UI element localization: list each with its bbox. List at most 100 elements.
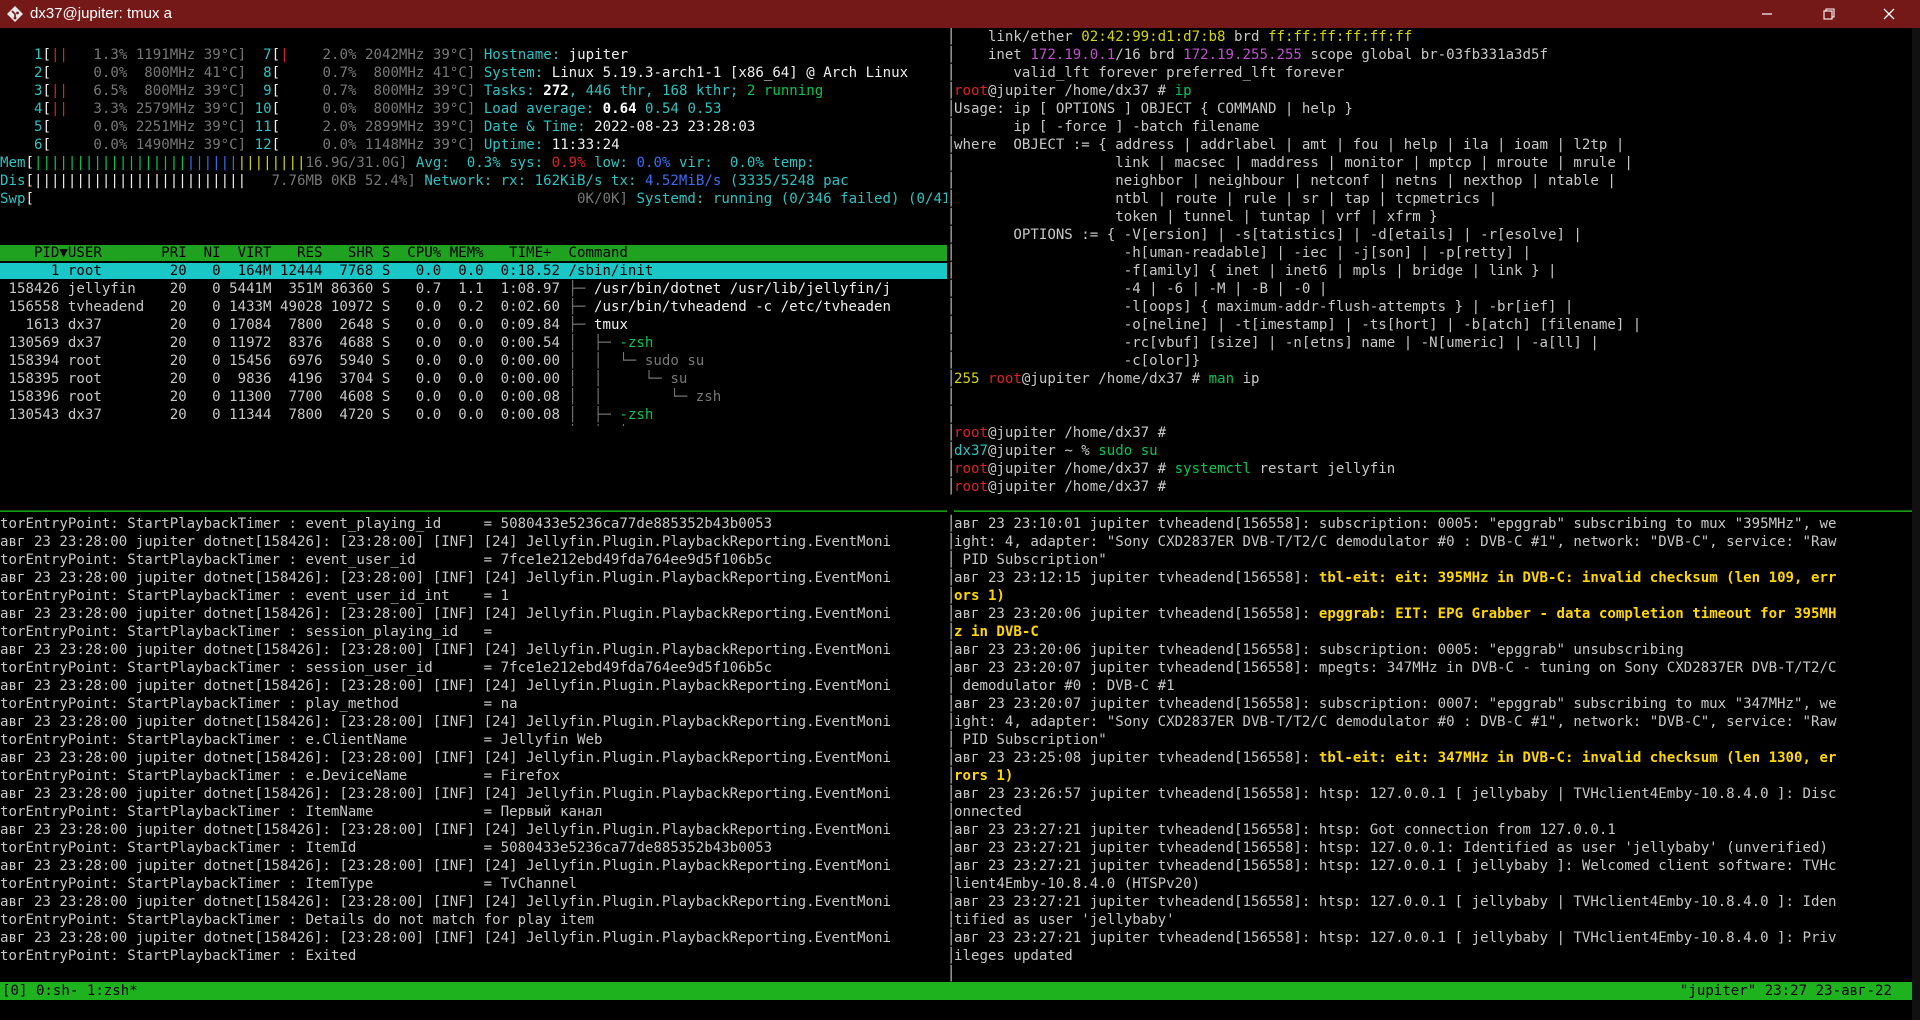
restore-button[interactable]: [1806, 0, 1852, 28]
process-row[interactable]: 1613 dx37 20 0 17084 7800 2648 S 0.0 0.0…: [0, 316, 947, 334]
terminal-window[interactable]: 1[|| 1.3% 1191MHz 39°C] 7[| 2.0% 2042MHz…: [0, 28, 1920, 1020]
cpu-temperature: 39°C]: [424, 119, 476, 135]
cpu-bar-bracket: [: [271, 65, 281, 81]
journal-line: авг 23 23:28:00 jupiter dotnet[158426]: …: [0, 605, 947, 623]
avg-vir-label: vir:: [670, 155, 713, 171]
shell-text: @jupiter ~ %: [987, 443, 1099, 459]
jellyfin-journal-pane[interactable]: torEntryPoint: StartPlaybackTimer : even…: [0, 515, 947, 981]
shell-text: 02:42:99:d1:d7:b8: [1081, 29, 1226, 45]
journal-text: epggrab: EIT: EPG Grabber - data complet…: [1318, 606, 1837, 622]
hostname-value: jupiter: [560, 47, 629, 63]
journal-text: авг 23 23:28:00 jupiter dotnet[158426]: …: [0, 534, 891, 550]
cpu-temperature: 39°C]: [424, 101, 476, 117]
shell-text: systemctl: [1174, 461, 1252, 477]
shell-text: -l[oops] { maximum-addr-flush-attempts }…: [954, 299, 1574, 315]
shell-text: man: [1208, 371, 1235, 387]
window-titlebar: dx37@jupiter: tmux a: [0, 0, 1920, 28]
tvheadend-journal-pane[interactable]: авг 23 23:10:01 jupiter tvheadend[156558…: [954, 515, 1912, 981]
cpu-bar-bracket: [: [42, 65, 51, 81]
process-row[interactable]: 156558 tvheadend 20 0 1433M 49028 10972 …: [0, 298, 947, 316]
cpu-temperature: 39°C]: [195, 119, 247, 135]
journal-line: авг 23 23:28:00 jupiter dotnet[158426]: …: [0, 533, 947, 551]
shell-text: token | tunnel | tuntap | vrf | xfrm }: [954, 209, 1438, 225]
journal-text: ight: 4, adapter: "Sony CXD2837ER DVB-T/…: [954, 714, 1837, 730]
journal-text: авг 23 23:28:00 jupiter dotnet[158426]: …: [0, 570, 891, 586]
pane-divider-vertical-lower[interactable]: │ │ │ │ │ │ │ │ │ │ │ │ │ │ │ │ │ │ │ │ …: [947, 515, 956, 982]
load-5: 0.54: [636, 101, 679, 117]
journal-text: torEntryPoint: StartPlaybackTimer : e.De…: [0, 768, 561, 784]
journal-text: z in DVB-C: [954, 624, 1039, 640]
shell-output-line: -4 | -6 | -M | -B | -0 |: [954, 280, 1912, 298]
journal-line: авг 23 23:27:21 jupiter tvheadend[156558…: [954, 857, 1912, 875]
date-value: 2022-08-23 23:28:03: [585, 119, 756, 135]
journal-text: авг 23 23:28:00 jupiter dotnet[158426]: …: [0, 822, 891, 838]
system-label: System:: [483, 65, 544, 81]
mem-label: Mem: [0, 155, 26, 171]
cpu-bar: [280, 83, 305, 99]
journal-line: ileges updated: [954, 947, 1912, 965]
minimize-button[interactable]: [1744, 0, 1790, 28]
avg-sys: 0.9%: [543, 155, 586, 171]
shell-text: root: [954, 461, 988, 477]
journal-line: авг 23 23:27:21 jupiter tvheadend[156558…: [954, 821, 1912, 839]
process-row[interactable]: 130543 dx37 20 0 11344 7800 4720 S 0.0 0…: [0, 406, 947, 424]
cpu-bar-bracket: [: [42, 119, 51, 135]
hostname-label: Hostname:: [483, 47, 561, 63]
tmux-status-bar: [0] 0:sh- 1:zsh* "jupiter" 23:27 23-авг-…: [0, 982, 1920, 1000]
journal-text: авг 23 23:10:01 jupiter tvheadend[156558…: [954, 516, 1837, 532]
cpu-percent: 3.3%: [76, 101, 128, 117]
close-button[interactable]: [1866, 0, 1912, 28]
process-tree: │ │ └─: [569, 425, 645, 426]
journal-line: PID Subscription": [954, 551, 1912, 569]
process-row[interactable]: 158395 root 20 0 9836 4196 3704 S 0.0 0.…: [0, 370, 947, 388]
shell-text: valid_lft forever preferred_lft forever: [954, 65, 1345, 81]
journal-line: авг 23 23:28:00 jupiter dotnet[158426]: …: [0, 893, 947, 911]
shell-output-line: -rc[vbuf] [size] | -n[etns] name | -N[um…: [954, 334, 1912, 352]
journal-text: torEntryPoint: StartPlaybackTimer : Item…: [0, 840, 773, 856]
cpu-bar-bracket: [: [271, 137, 281, 153]
process-command: journalctl -fu tvheadend.serv: [645, 425, 891, 426]
process-command: -zsh: [619, 335, 654, 351]
process-row[interactable]: 158426 jellyfin 20 0 5441M 351M 86360 S …: [0, 280, 947, 298]
cpu-percent: 0.0%: [76, 65, 128, 81]
journal-line: torEntryPoint: StartPlaybackTimer : sess…: [0, 659, 947, 677]
tmux-window-list[interactable]: [0] 0:sh- 1:zsh*: [2, 982, 138, 1000]
shell-text: -o[neline] | -t[imestamp] | -ts[hort] | …: [954, 317, 1642, 333]
systemd-label: Systemd:: [636, 191, 705, 207]
process-fields: 158394 root 20 0 15456 6976 5940 S 0.0 0…: [0, 353, 569, 369]
cpu-frequency: 800MHz: [356, 65, 425, 81]
system-value: Linux 5.19.3-arch1-1 [x86_64] @ Arch Lin…: [543, 65, 909, 81]
cpu-bar: [280, 101, 305, 117]
journal-text: авг 23 23:28:00 jupiter dotnet[158426]: …: [0, 786, 891, 802]
process-row[interactable]: 1 root 20 0 164M 12444 7768 S 0.0 0.0 0:…: [0, 262, 947, 280]
avg-low: 0.0%: [628, 155, 671, 171]
cpu-number: 4: [0, 101, 43, 117]
journal-line: ight: 4, adapter: "Sony CXD2837ER DVB-T/…: [954, 713, 1912, 731]
process-row[interactable]: 158396 root 20 0 11300 7700 4608 S 0.0 0…: [0, 388, 947, 406]
cpu-percent: 0.0%: [76, 119, 128, 135]
network-rx: 162KiB/s: [526, 173, 603, 189]
ip-shell-pane[interactable]: link/ether 02:42:99:d1:d7:b8 brd ff:ff:f…: [954, 28, 1912, 516]
shell-text: OPTIONS := { -V[ersion] | -s[tatistics] …: [954, 227, 1582, 243]
cpu-temperature: 39°C]: [195, 47, 247, 63]
shell-text: 172.19.255.255: [1183, 47, 1302, 63]
cpu-bar: ||: [50, 47, 77, 63]
pane-divider-vertical[interactable]: │ │ │ │ │ │ │ │ │ │ │ │ │ │ │ │ │ │ │ │ …: [947, 28, 956, 497]
cpu-number: 5: [0, 119, 43, 135]
cpu-number: 12: [246, 137, 272, 153]
cpu-bar-bracket: [: [271, 101, 281, 117]
shell-output-line: -o[neline] | -t[imestamp] | -ts[hort] | …: [954, 316, 1912, 334]
shell-text: root: [987, 371, 1022, 387]
dis-label: Dis: [0, 173, 26, 189]
journal-text: torEntryPoint: StartPlaybackTimer : e.Cl…: [0, 732, 603, 748]
cpu-bar: [280, 119, 305, 135]
process-row[interactable]: 158394 root 20 0 15456 6976 5940 S 0.0 0…: [0, 352, 947, 370]
scrollbar[interactable]: [1912, 28, 1920, 1020]
process-row[interactable]: 130569 dx37 20 0 11972 8376 4688 S 0.0 0…: [0, 334, 947, 352]
swp-value: 0K/0K]: [254, 191, 628, 207]
process-fields: 130543 dx37 20 0 11344 7800 4720 S 0.0 0…: [0, 407, 569, 423]
process-row[interactable]: 130568 dx37 20 0 442M 19600 18760 S 0.0 …: [0, 424, 947, 426]
htop-pane[interactable]: 1[|| 1.3% 1191MHz 39°C] 7[| 2.0% 2042MHz…: [0, 46, 947, 426]
